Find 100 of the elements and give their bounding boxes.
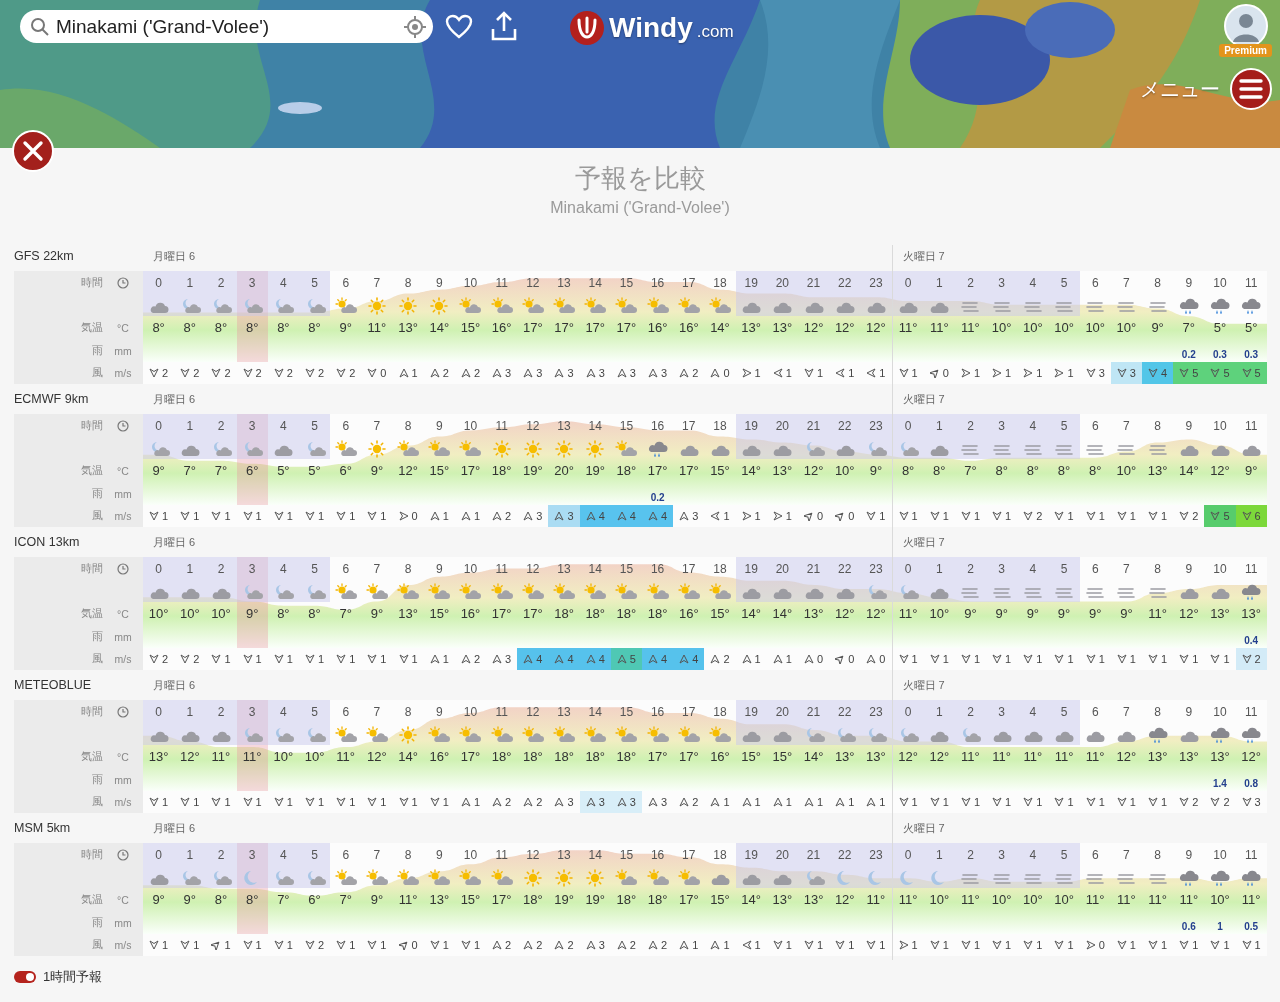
wind-arrow-icon (929, 654, 940, 664)
wind-speed: 1 (1036, 796, 1043, 808)
close-button[interactable] (12, 130, 54, 172)
location-icon[interactable] (403, 14, 427, 39)
sun-cloud-icon (397, 582, 420, 601)
temperature: 11° (242, 749, 262, 764)
sun-cloud-icon (708, 296, 731, 315)
temperature: 9° (1026, 606, 1040, 621)
hour-label: 8 (404, 848, 412, 862)
wind-arrow-icon (429, 511, 440, 521)
rain-cloud-icon (1208, 725, 1231, 744)
wind-speed: 2 (723, 653, 730, 665)
wind-arrow-icon (1116, 368, 1127, 378)
temperature: 12° (1241, 749, 1261, 764)
wind-arrow-icon (398, 654, 409, 664)
wind-speed: 4 (536, 653, 543, 665)
wind-arrow-icon (1085, 940, 1096, 950)
rain-amount: 0.6 (1181, 920, 1196, 934)
hour-label: 10 (463, 419, 478, 433)
hour-label: 2 (967, 276, 974, 290)
temperature: 11° (898, 606, 918, 621)
hour-label: 9 (435, 705, 443, 719)
wind-speed: 1 (785, 367, 792, 379)
wind-speed: 3 (598, 939, 605, 951)
wind-arrow-icon (710, 940, 721, 950)
hour-label: 11 (1244, 562, 1258, 576)
sun-cloud-icon (646, 582, 669, 601)
temperature: 11° (1085, 749, 1105, 764)
wind-speed: 1 (442, 653, 449, 665)
temperature: 13° (398, 606, 418, 621)
temperature: 6° (339, 463, 352, 478)
wind-arrow-icon (492, 940, 503, 950)
hour-label: 18 (713, 419, 727, 433)
share-icon[interactable] (491, 11, 517, 41)
temperature: 13° (803, 892, 824, 907)
wind-arrow-icon (429, 654, 440, 664)
wind-speed: 1 (286, 796, 293, 808)
unit-label: °C (116, 894, 130, 906)
sun-cloud-icon (397, 868, 420, 887)
wind-arrow-icon (835, 368, 846, 378)
wind-arrow-icon (211, 368, 222, 378)
temperature: 13° (772, 320, 793, 335)
temperature: 18° (554, 749, 574, 764)
hour-label: 17 (682, 705, 696, 719)
hour-label: 3 (998, 562, 1005, 576)
sun-cloud-icon (459, 582, 482, 601)
hour-label: 23 (869, 705, 883, 719)
row-label: 気温 (80, 464, 103, 478)
temperature: 12° (1210, 463, 1230, 478)
temperature: 14° (772, 606, 793, 621)
temperature: 8° (1026, 463, 1040, 478)
wind-speed: 2 (162, 653, 169, 665)
wind-speed: 1 (973, 796, 981, 808)
hour-label: 10 (1213, 562, 1227, 576)
wind-speed: 1 (224, 510, 231, 522)
rain-cloud-icon (1177, 296, 1200, 315)
search-input[interactable]: Minakami ('Grand-Volee') (56, 15, 397, 38)
temperature: 11° (898, 320, 918, 335)
wind-speed: 4 (692, 653, 699, 665)
hour-label: 0 (904, 848, 912, 862)
temperature: 17° (678, 892, 699, 907)
temperature: 19° (554, 892, 574, 907)
temperature: 13° (398, 320, 418, 335)
wind-arrow-icon (304, 368, 315, 378)
logo-icon (569, 10, 605, 46)
temperature: 13° (834, 749, 855, 764)
wind-speed: 2 (224, 367, 231, 379)
hour-label: 10 (1213, 276, 1227, 290)
hour-label: 3 (248, 419, 256, 433)
hour-label: 1 (186, 276, 194, 290)
wind-arrow-icon (1210, 940, 1221, 950)
wind-speed: 1 (754, 510, 761, 522)
wind-speed: 2 (1192, 510, 1199, 522)
hour-label: 23 (869, 419, 883, 433)
sun-icon (365, 439, 388, 458)
toggle-switch[interactable] (14, 971, 36, 983)
hour-label: 21 (806, 419, 821, 433)
wind-speed: 1 (380, 796, 387, 808)
hour-label: 6 (342, 848, 350, 862)
temperature: 11° (961, 892, 980, 907)
temperature: 16° (491, 320, 512, 335)
hour-label: 19 (744, 562, 758, 576)
rain-amount: 1 (1217, 920, 1223, 934)
heart-icon[interactable] (445, 14, 473, 40)
wind-speed: 2 (505, 510, 512, 522)
temperature: 12° (834, 606, 855, 621)
temperature: 13° (1210, 606, 1230, 621)
sun-cloud-icon (615, 725, 638, 744)
temperature: 8° (152, 320, 165, 335)
temperature: 15° (710, 463, 730, 478)
wind-arrow-icon (585, 797, 596, 807)
wind-speed: 2 (193, 367, 200, 379)
temperature: 17° (647, 749, 668, 764)
wind-speed: 1 (1005, 796, 1012, 808)
hour-label: 4 (1029, 276, 1037, 290)
wind-speed: 1 (911, 510, 918, 522)
wind-arrow-icon (1085, 654, 1096, 664)
wind-arrow-icon (866, 940, 877, 950)
day-label: 月曜日 6 (153, 535, 196, 550)
search-field[interactable]: Minakami ('Grand-Volee') (20, 10, 433, 43)
